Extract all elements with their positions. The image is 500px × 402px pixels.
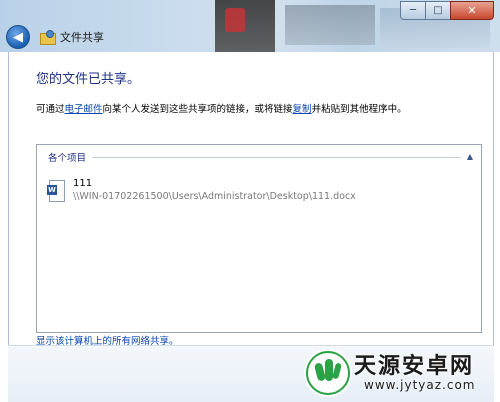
window-titlebar: ─ □ ✕ ◀ 文件共享 <box>0 0 500 52</box>
list-item[interactable]: W 111 \\WIN-01702261500\Users\Administra… <box>47 178 356 202</box>
file-name: 111 <box>73 178 93 189</box>
watermark-title: 天源安卓网 <box>354 354 475 379</box>
group-divider <box>92 156 461 158</box>
page-heading: 您的文件已共享。 <box>36 72 141 87</box>
maximize-icon: □ <box>433 4 443 16</box>
file-info: 111 \\WIN-01702261500\Users\Administrato… <box>73 178 356 202</box>
description-text: 可通过 <box>36 104 65 115</box>
caption-buttons: ─ □ ✕ <box>400 1 494 20</box>
copy-link[interactable]: 复制 <box>293 104 312 115</box>
file-sharing-window: ─ □ ✕ ◀ 文件共享 您的文件已共享。 可通过电子邮件向某个人发送到这些共享… <box>0 0 500 402</box>
close-icon: ✕ <box>467 4 477 17</box>
minimize-icon: ─ <box>409 4 417 16</box>
close-button[interactable]: ✕ <box>450 1 494 20</box>
arrow-left-icon: ◀ <box>13 29 23 45</box>
background-blur <box>285 5 375 45</box>
group-header[interactable]: 各个项目 ▲ <box>48 151 473 165</box>
share-description: 可通过电子邮件向某个人发送到这些共享项的链接，或将链接复制并粘贴到其他程序中。 <box>36 101 407 115</box>
group-title: 各个项目 <box>48 153 87 164</box>
navigation-row: ◀ 文件共享 <box>6 25 104 49</box>
file-sharing-icon <box>40 30 56 45</box>
minimize-button[interactable]: ─ <box>400 1 426 20</box>
file-path: \\WIN-01702261500\Users\Administrator\De… <box>73 191 356 202</box>
email-link[interactable]: 电子邮件 <box>65 104 103 115</box>
watermark: 天源安卓网 www.jytyaz.com <box>296 345 496 401</box>
watermark-url: www.jytyaz.com <box>364 378 476 392</box>
word-document-icon: W <box>47 180 65 202</box>
shared-items-list: 各个项目 ▲ W 111 \\WIN-01702261500\Users\Adm… <box>36 144 482 333</box>
description-text: 并粘贴到其他程序中。 <box>311 104 407 115</box>
background-blur <box>225 8 245 32</box>
description-text: 向某个人发送到这些共享项的链接，或将链接 <box>102 104 293 115</box>
window-title: 文件共享 <box>60 31 104 44</box>
collapse-icon[interactable]: ▲ <box>467 153 473 161</box>
watermark-logo-icon <box>306 351 350 395</box>
background-blur <box>215 0 275 52</box>
back-button[interactable]: ◀ <box>6 25 30 49</box>
maximize-button[interactable]: □ <box>425 1 451 20</box>
